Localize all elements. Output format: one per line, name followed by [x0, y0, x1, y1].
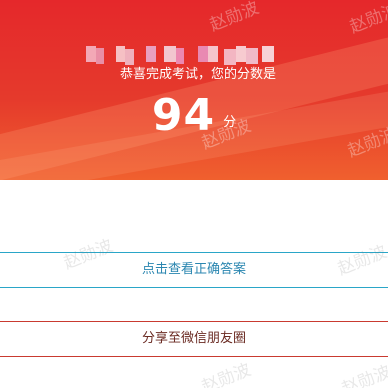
share-to-moments-label: 分享至微信朋友圈 [141, 331, 246, 346]
score-value: 94 [151, 90, 216, 141]
blurred-name-mosaic [86, 46, 276, 65]
score-unit: 分 [223, 115, 237, 130]
result-banner: 恭喜完成考试，您的分数是 94 分 [0, 0, 388, 180]
view-correct-answers-label: 点击查看正确答案 [141, 262, 246, 277]
watermark: 赵勋波 [339, 361, 388, 388]
score-display: 94 分 [0, 90, 388, 141]
view-correct-answers-button[interactable]: 点击查看正确答案 [0, 252, 388, 288]
exam-result-page: 恭喜完成考试，您的分数是 94 分 点击查看正确答案 分享至微信朋友圈 赵勋波 赵… [0, 0, 388, 388]
congrats-text: 恭喜完成考试，您的分数是 [119, 67, 276, 82]
share-to-moments-button[interactable]: 分享至微信朋友圈 [0, 321, 388, 357]
watermark: 赵勋波 [199, 359, 254, 388]
